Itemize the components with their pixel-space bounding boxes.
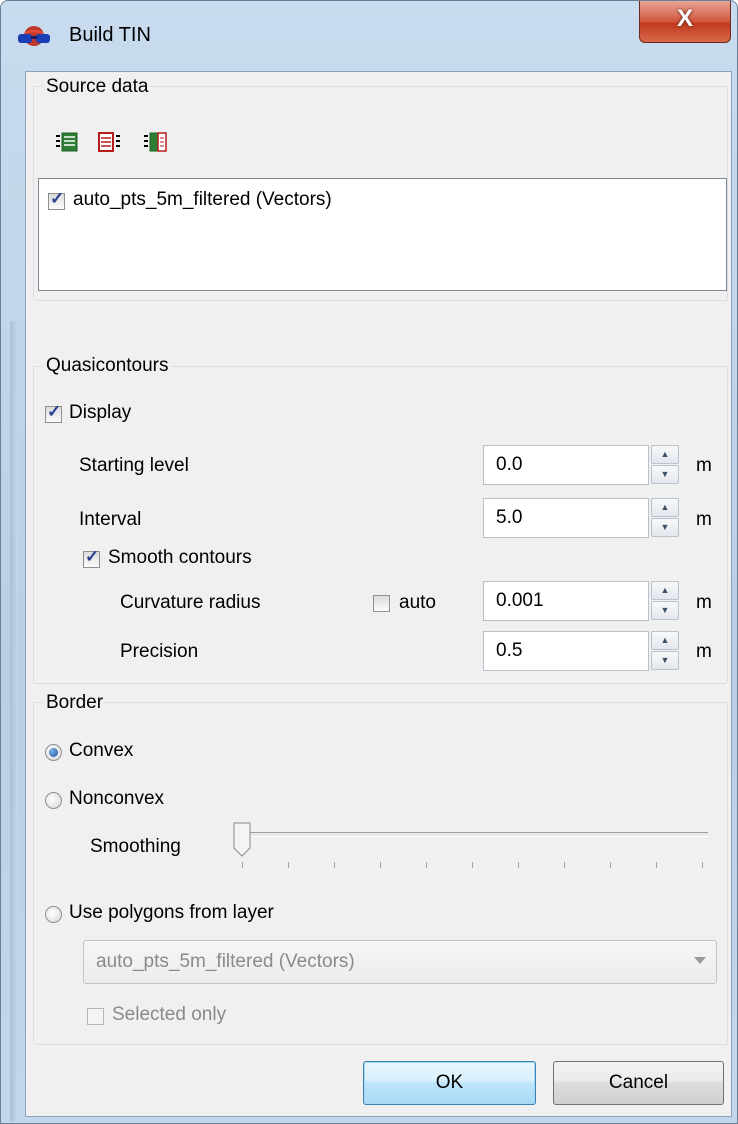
check-icon: ✓ bbox=[85, 547, 100, 566]
check-icon: ✓ bbox=[47, 402, 62, 421]
polygon-layer-dropdown[interactable]: auto_pts_5m_filtered (Vectors) bbox=[83, 940, 717, 984]
precision-label: Precision bbox=[120, 641, 199, 662]
interval-label: Interval bbox=[79, 509, 142, 530]
spin-up-icon[interactable]: ▲ bbox=[651, 631, 679, 650]
selected-only-label[interactable]: Selected only bbox=[112, 1004, 226, 1026]
curvature-radius-input[interactable]: 0.001 bbox=[483, 581, 649, 621]
smoothing-label: Smoothing bbox=[90, 836, 181, 857]
interval-unit: m bbox=[696, 509, 712, 530]
use-polygons-label[interactable]: Use polygons from layer bbox=[69, 902, 274, 924]
check-icon: ✓ bbox=[50, 189, 65, 208]
precision-spinner[interactable]: ▲ ▼ bbox=[651, 631, 681, 671]
nonconvex-label[interactable]: Nonconvex bbox=[69, 788, 164, 810]
globe-3d-glasses-icon bbox=[18, 26, 50, 46]
invert-selection-icon[interactable] bbox=[143, 131, 167, 153]
source-layers-list[interactable]: ✓ auto_pts_5m_filtered (Vectors) bbox=[38, 178, 727, 291]
convex-label[interactable]: Convex bbox=[69, 740, 133, 762]
quasicontours-title: Quasicontours bbox=[44, 355, 171, 377]
precision-input[interactable]: 0.5 bbox=[483, 631, 649, 671]
starting-level-unit: m bbox=[696, 455, 712, 476]
smooth-contours-checkbox[interactable]: ✓ bbox=[83, 547, 100, 568]
layer-checkbox[interactable]: ✓ bbox=[48, 189, 65, 210]
build-tin-dialog: Build TIN X Source data ✓ auto_pts_5m_fi… bbox=[0, 0, 738, 1124]
interval-spinner[interactable]: ▲ ▼ bbox=[651, 498, 681, 538]
precision-unit: m bbox=[696, 641, 712, 662]
slider-tick bbox=[334, 862, 335, 868]
smoothing-slider-thumb[interactable] bbox=[232, 822, 252, 858]
slider-tick bbox=[702, 862, 703, 868]
select-all-icon[interactable] bbox=[55, 131, 79, 153]
smooth-contours-label[interactable]: Smooth contours bbox=[108, 547, 252, 569]
spin-up-icon[interactable]: ▲ bbox=[651, 445, 679, 464]
curvature-radius-spinner[interactable]: ▲ ▼ bbox=[651, 581, 681, 621]
slider-tick bbox=[288, 862, 289, 868]
spin-up-icon[interactable]: ▲ bbox=[651, 498, 679, 517]
starting-level-label: Starting level bbox=[79, 455, 189, 476]
border-group bbox=[33, 702, 728, 1045]
title-bar[interactable]: Build TIN X bbox=[1, 1, 737, 71]
spin-down-icon[interactable]: ▼ bbox=[651, 518, 679, 537]
display-checkbox[interactable]: ✓ bbox=[45, 402, 62, 423]
dialog-content: Source data ✓ auto_pts_5m_filtered (Vect… bbox=[25, 71, 732, 1117]
use-polygons-radio[interactable] bbox=[45, 906, 62, 923]
border-title: Border bbox=[44, 692, 106, 714]
curvature-radius-unit: m bbox=[696, 592, 712, 613]
selected-only-checkbox[interactable] bbox=[87, 1008, 104, 1025]
close-icon: X bbox=[676, 5, 693, 32]
curvature-auto-label[interactable]: auto bbox=[399, 592, 436, 614]
slider-tick bbox=[518, 862, 519, 868]
spin-down-icon[interactable]: ▼ bbox=[651, 601, 679, 620]
slider-tick bbox=[380, 862, 381, 868]
window-frame-edge bbox=[10, 321, 18, 1121]
display-label[interactable]: Display bbox=[69, 402, 131, 424]
source-data-title: Source data bbox=[44, 76, 151, 98]
slider-tick bbox=[564, 862, 565, 868]
nonconvex-radio[interactable] bbox=[45, 792, 62, 809]
window-title: Build TIN bbox=[69, 24, 151, 46]
spin-down-icon[interactable]: ▼ bbox=[651, 651, 679, 670]
polygon-layer-value: auto_pts_5m_filtered (Vectors) bbox=[96, 951, 355, 972]
close-button[interactable]: X bbox=[639, 1, 731, 43]
slider-tick bbox=[472, 862, 473, 868]
spin-up-icon[interactable]: ▲ bbox=[651, 581, 679, 600]
smoothing-slider-track[interactable] bbox=[236, 832, 708, 837]
curvature-radius-label: Curvature radius bbox=[120, 592, 261, 613]
slider-tick bbox=[656, 862, 657, 868]
convex-radio[interactable] bbox=[45, 744, 62, 761]
slider-tick bbox=[610, 862, 611, 868]
radio-selected-dot bbox=[49, 748, 58, 757]
curvature-auto-checkbox[interactable] bbox=[373, 595, 390, 612]
layer-label[interactable]: auto_pts_5m_filtered (Vectors) bbox=[73, 189, 332, 211]
slider-tick bbox=[426, 862, 427, 868]
interval-input[interactable]: 5.0 bbox=[483, 498, 649, 538]
deselect-all-icon[interactable] bbox=[98, 131, 122, 153]
slider-tick bbox=[242, 862, 243, 868]
starting-level-input[interactable]: 0.0 bbox=[483, 445, 649, 485]
chevron-down-icon bbox=[694, 957, 706, 964]
starting-level-spinner[interactable]: ▲ ▼ bbox=[651, 445, 681, 485]
cancel-button[interactable]: Cancel bbox=[553, 1061, 724, 1105]
spin-down-icon[interactable]: ▼ bbox=[651, 465, 679, 484]
ok-button[interactable]: OK bbox=[363, 1061, 536, 1105]
